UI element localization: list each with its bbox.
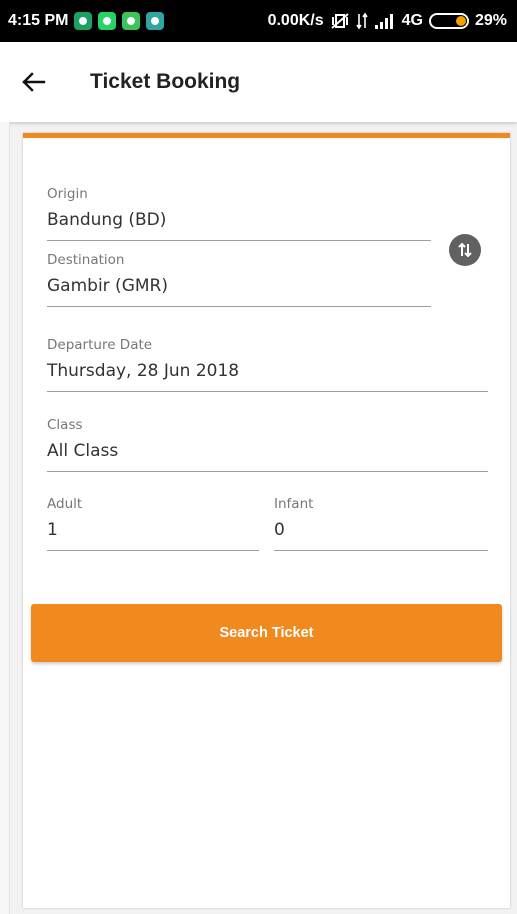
line-icon — [122, 12, 141, 30]
adult-label: Adult — [47, 496, 83, 512]
search-ticket-button[interactable]: Search Ticket — [31, 604, 502, 662]
status-left: 4:15 PM — [8, 12, 165, 30]
app-notification-icon — [146, 12, 165, 30]
class-field[interactable]: Class All Class — [47, 417, 488, 472]
infant-label: Infant — [274, 496, 314, 512]
destination-field[interactable]: Destination Gambir (GMR) — [47, 252, 431, 307]
class-value[interactable]: All Class — [47, 441, 488, 472]
infant-field[interactable]: Infant 0 — [274, 496, 488, 551]
departure-date-value[interactable]: Thursday, 28 Jun 2018 — [47, 361, 488, 392]
origin-label: Origin — [47, 186, 88, 202]
notification-app-icon — [74, 12, 93, 30]
signal-icon — [374, 14, 393, 29]
destination-label: Destination — [47, 252, 125, 268]
swap-stations-button[interactable] — [449, 234, 481, 266]
status-bar: 4:15 PM 0.00K/s 4G 29% — [0, 0, 517, 42]
class-label: Class — [47, 417, 83, 433]
adult-field[interactable]: Adult 1 — [47, 496, 259, 551]
data-transfer-icon — [355, 12, 368, 30]
adult-value[interactable]: 1 — [47, 520, 259, 551]
whatsapp-icon — [98, 12, 117, 30]
destination-value[interactable]: Gambir (GMR) — [47, 276, 431, 307]
booking-form-card: Origin Bandung (BD) Destination Gambir (… — [23, 133, 510, 908]
network-speed: 0.00K/s — [267, 12, 324, 29]
back-arrow-icon[interactable] — [22, 54, 78, 110]
page-title: Ticket Booking — [90, 70, 241, 93]
status-time: 4:15 PM — [8, 12, 69, 29]
status-right: 0.00K/s 4G 29% — [268, 12, 507, 30]
origin-field[interactable]: Origin Bandung (BD) — [47, 186, 431, 241]
vibrate-icon — [330, 13, 349, 29]
battery-icon — [428, 13, 469, 29]
origin-value[interactable]: Bandung (BD) — [47, 210, 431, 241]
network-type: 4G — [401, 12, 423, 29]
battery-percent: 29% — [474, 12, 507, 29]
app-toolbar: Ticket Booking — [0, 42, 517, 122]
swap-arrows-icon — [458, 242, 472, 258]
departure-date-field[interactable]: Departure Date Thursday, 28 Jun 2018 — [47, 337, 488, 392]
left-edge-panel — [0, 122, 10, 914]
infant-value[interactable]: 0 — [274, 520, 488, 551]
departure-date-label: Departure Date — [47, 337, 153, 353]
